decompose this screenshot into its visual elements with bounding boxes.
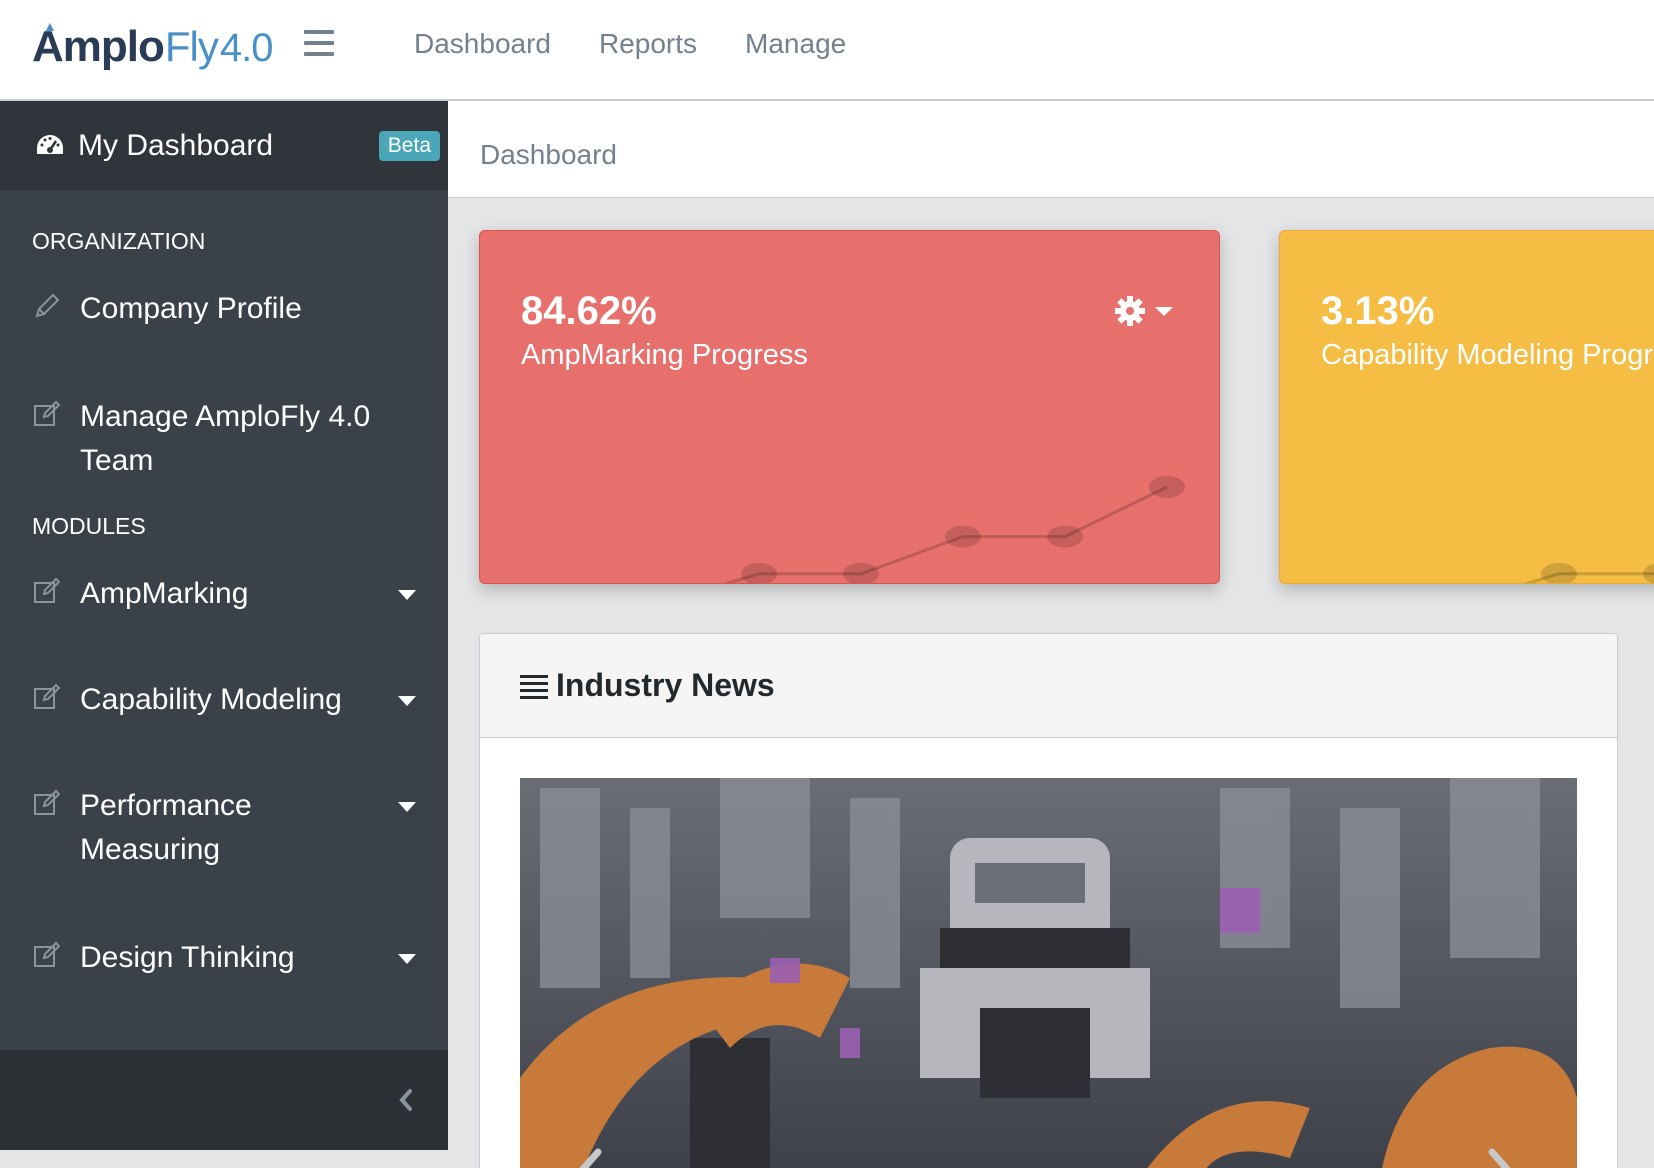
sidebar-item-manage-team[interactable]: Manage AmploFly 4.0 Team <box>0 395 448 483</box>
industry-news-title: Industry News <box>556 667 775 703</box>
sparkline-chart <box>723 476 1185 583</box>
carousel-prev-icon[interactable] <box>570 1138 610 1168</box>
sparkline-point <box>1541 562 1577 583</box>
nav-dashboard[interactable]: Dashboard <box>414 28 551 60</box>
brand-version: 4.0 <box>219 26 274 70</box>
sparkline-point <box>741 562 777 583</box>
brand-logo[interactable]: ▲ Amplo Fly 4.0 <box>32 18 274 72</box>
sidebar-item-design-thinking[interactable]: Design Thinking <box>0 936 448 980</box>
stat-card-capability-modeling[interactable]: 3.13% Capability Modeling Progress <box>1279 230 1654 584</box>
gear-icon[interactable] <box>1115 295 1177 327</box>
chevron-left-icon[interactable] <box>394 1085 418 1115</box>
sparkline-chart <box>1523 562 1654 583</box>
sidebar-item-label: Capability Modeling <box>80 683 342 716</box>
sidebar-item-ampmarking[interactable]: AmpMarking <box>0 572 448 616</box>
sparkline-point <box>945 525 981 548</box>
sidebar-toggle-icon[interactable] <box>304 30 334 58</box>
sparkline-point <box>843 562 879 583</box>
sparkline-point <box>1149 476 1185 498</box>
chevron-down-icon[interactable] <box>398 954 416 964</box>
sidebar-item-company-profile[interactable]: Company Profile <box>0 287 448 331</box>
edit-icon <box>34 941 61 967</box>
carousel-next-icon[interactable] <box>1480 1138 1520 1168</box>
chevron-down-icon[interactable] <box>398 590 416 600</box>
stat-card-ampmarking[interactable]: 84.62% AmpMarking Progress <box>479 230 1220 584</box>
edit-icon <box>34 789 61 815</box>
sidebar-section-modules: MODULES <box>32 513 146 539</box>
sidebar-item-label: Performance Measuring <box>80 789 252 866</box>
pencil-icon <box>35 293 60 318</box>
breadcrumb: Dashboard <box>448 101 1654 198</box>
industry-news-header: Industry News <box>480 634 1617 738</box>
sidebar-item-performance-measuring[interactable]: Performance Measuring <box>0 784 448 872</box>
news-carousel-image[interactable] <box>520 778 1577 1168</box>
sidebar: My Dashboard Beta ORGANIZATION Company P… <box>0 101 448 1150</box>
sidebar-item-my-dashboard[interactable]: My Dashboard Beta <box>0 101 448 190</box>
nav-manage[interactable]: Manage <box>745 28 846 60</box>
sidebar-item-label: Design Thinking <box>80 941 295 974</box>
speedometer-icon <box>37 134 63 154</box>
top-nav: Dashboard Reports Manage <box>414 28 846 60</box>
top-header: ▲ Amplo Fly 4.0 Dashboard Reports Manage <box>0 0 1654 101</box>
edit-icon <box>34 400 61 426</box>
chevron-down-icon[interactable] <box>398 802 416 812</box>
sidebar-footer <box>0 1050 448 1150</box>
industry-news-panel: Industry News <box>479 633 1618 1168</box>
edit-icon <box>34 577 61 603</box>
brand-fly: Fly <box>164 23 219 70</box>
nav-reports[interactable]: Reports <box>599 28 697 60</box>
beta-badge: Beta <box>378 131 440 161</box>
sidebar-section-organization: ORGANIZATION <box>32 228 206 254</box>
factory-robot-image <box>520 778 1577 1168</box>
sidebar-item-capability-modeling[interactable]: Capability Modeling <box>0 678 448 722</box>
stat-label: Capability Modeling Progress <box>1321 339 1654 371</box>
stat-label: AmpMarking Progress <box>521 339 808 371</box>
stat-value: 3.13% <box>1321 289 1435 333</box>
list-icon <box>520 674 548 699</box>
sparkline-line <box>1523 572 1654 583</box>
stat-value: 84.62% <box>521 289 657 333</box>
sparkline-point <box>1643 563 1654 583</box>
edit-icon <box>34 683 61 709</box>
sidebar-item-label: Company Profile <box>80 292 302 325</box>
sidebar-dashboard-label: My Dashboard <box>78 128 274 162</box>
sparkline-point <box>1047 525 1083 548</box>
sidebar-item-label: AmpMarking <box>80 577 249 610</box>
breadcrumb-item[interactable]: Dashboard <box>480 139 617 171</box>
sidebar-item-label: Manage AmploFly 4.0 Team <box>80 400 371 477</box>
logo-caret-icon: ▲ <box>43 18 57 34</box>
chevron-down-icon[interactable] <box>398 696 416 706</box>
